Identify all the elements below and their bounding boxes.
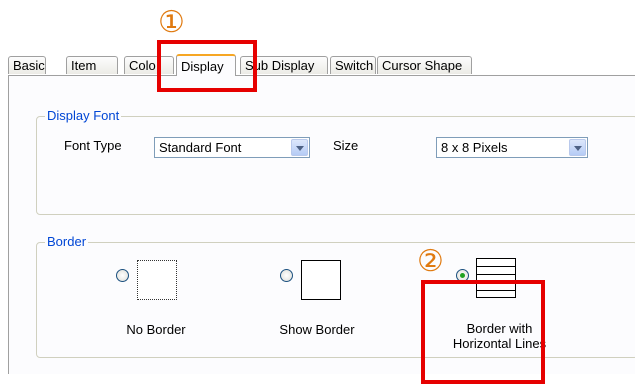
tab-basic[interactable]: Basic [8, 56, 46, 74]
tab-label: Display [181, 59, 224, 74]
tab-label: Item [71, 58, 97, 73]
tab-label: Basic [13, 58, 45, 73]
no-border-radio[interactable] [116, 269, 129, 282]
size-value: 8 x 8 Pixels [441, 140, 508, 155]
tab-cursor-shape[interactable]: Cursor Shape [377, 56, 472, 74]
display-font-legend: Display Font [45, 108, 122, 123]
display-font-group: Display Font Font Type Standard Font Siz… [36, 108, 635, 215]
annotation-marker-2: ② [417, 244, 444, 279]
border-group: Border No Border Show Border Border with… [36, 234, 635, 358]
chevron-down-icon[interactable] [291, 139, 308, 156]
solid-border-icon [301, 260, 341, 300]
tab-label: Colo [129, 58, 156, 73]
show-border-radio[interactable] [280, 269, 293, 282]
font-type-select[interactable]: Standard Font [154, 137, 310, 158]
dotted-icon [137, 260, 177, 300]
no-border-label: No Border [126, 322, 186, 337]
font-type-value: Standard Font [159, 140, 242, 155]
tab-strip: Basic Item Colo Display Sub Display Swit… [8, 54, 628, 76]
tab-label: Switch [335, 58, 374, 73]
font-type-label: Font Type [64, 138, 122, 153]
size-select[interactable]: 8 x 8 Pixels [436, 137, 588, 158]
tab-item[interactable]: Item [66, 56, 118, 74]
annotation-box-2 [421, 280, 545, 384]
border-legend: Border [45, 234, 89, 249]
show-border-label: Show Border [279, 322, 355, 337]
annotation-marker-1: ① [158, 5, 185, 40]
chevron-down-icon[interactable] [569, 139, 586, 156]
size-label: Size [333, 138, 359, 153]
tab-switch[interactable]: Switch [330, 56, 376, 74]
tab-label: Cursor Shape [382, 58, 463, 73]
tab-display[interactable]: Display [176, 54, 236, 76]
